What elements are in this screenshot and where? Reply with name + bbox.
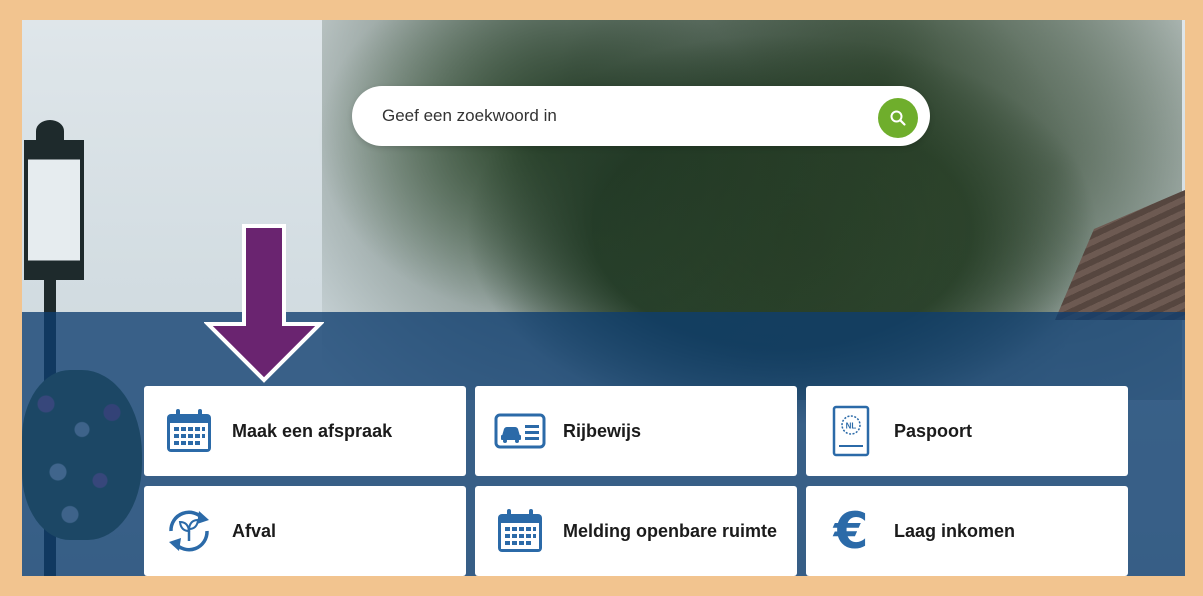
tile-label: Afval — [232, 521, 277, 541]
tile-melding-openbare-ruimte[interactable]: Melding openbare ruimte — [475, 486, 797, 576]
screenshot-frame: Maak een afspraak Rijbewijs — [0, 0, 1203, 596]
passport-badge-text: NL — [846, 422, 857, 431]
calendar-icon — [162, 404, 216, 458]
tile-laag-inkomen[interactable]: € Laag inkomen — [806, 486, 1128, 576]
tile-label: Rijbewijs — [563, 421, 642, 441]
calendar-icon — [493, 504, 547, 558]
street-lamp-cap — [36, 120, 64, 142]
search-icon — [890, 110, 906, 126]
search-bar — [352, 86, 930, 146]
euro-icon: € — [824, 504, 878, 558]
driving-license-icon — [493, 404, 547, 458]
euro-symbol: € — [833, 502, 869, 560]
tile-rijbewijs[interactable]: Rijbewijs — [475, 386, 797, 476]
search-button[interactable] — [878, 98, 918, 138]
tile-label: Paspoort — [894, 421, 973, 441]
hero-banner: Maak een afspraak Rijbewijs — [22, 20, 1185, 576]
search-input[interactable] — [382, 86, 862, 146]
tile-afval[interactable]: Afval — [144, 486, 466, 576]
tile-label: Laag inkomen — [894, 521, 1016, 541]
recycle-icon — [162, 504, 216, 558]
street-lamp — [24, 140, 84, 280]
tile-label: Maak een afspraak — [232, 421, 393, 441]
down-arrow-annotation — [204, 224, 324, 383]
tile-maak-een-afspraak[interactable]: Maak een afspraak — [144, 386, 466, 476]
tile-paspoort[interactable]: NL Paspoort — [806, 386, 1128, 476]
tile-label: Melding openbare ruimte — [563, 521, 778, 541]
passport-icon: NL — [824, 404, 878, 458]
